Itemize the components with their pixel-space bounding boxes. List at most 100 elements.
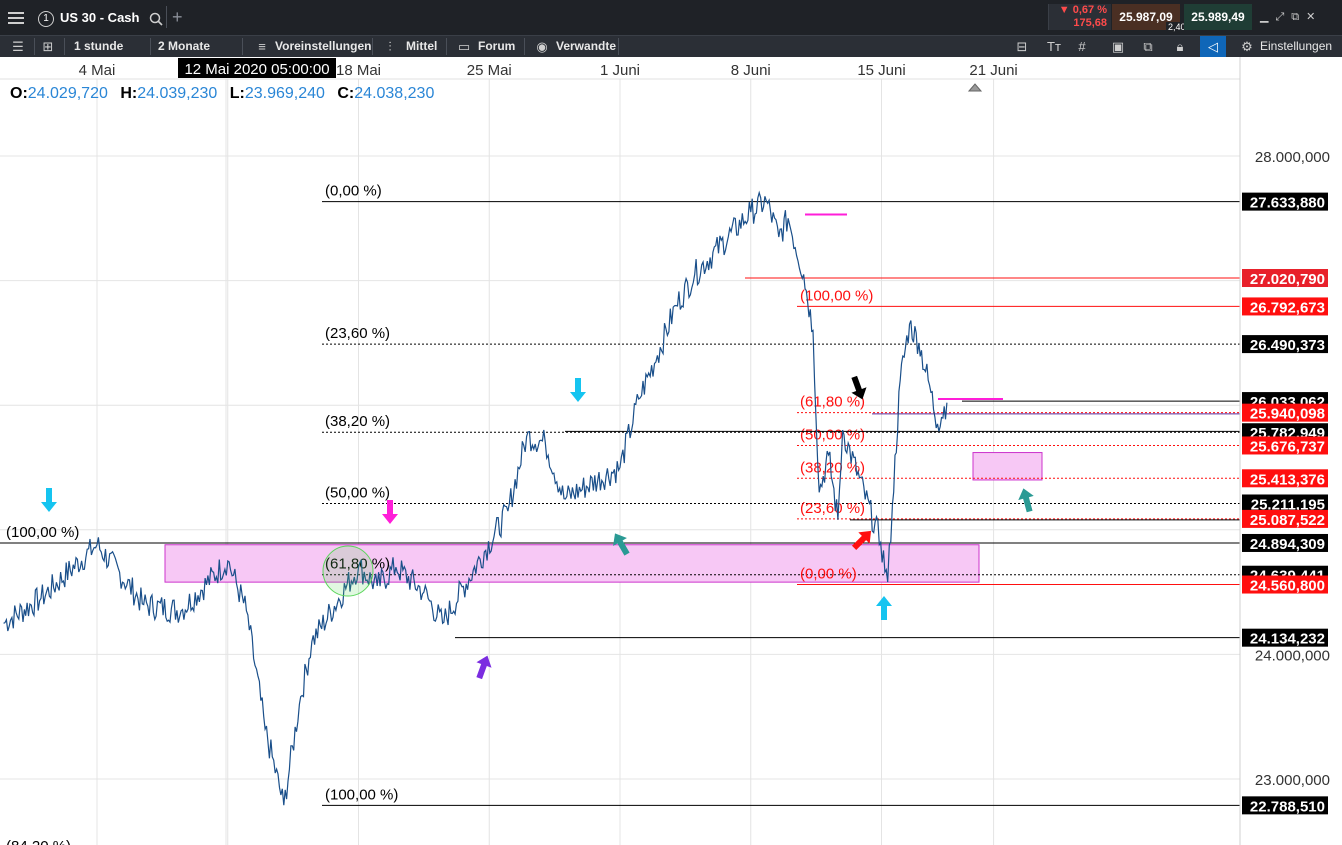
layers-icon[interactable]: ⧉	[1138, 36, 1158, 57]
date-tick-label: 1 Juni	[600, 62, 640, 79]
ohlc-readout: O:24.029,720 H:24.039,230 L:23.969,240 C…	[10, 85, 434, 103]
arrow-shape	[1018, 488, 1034, 513]
date-tick-label: 25 Mai	[467, 62, 512, 79]
chart-annotations	[41, 83, 1034, 680]
separator	[150, 38, 151, 55]
fib-label: (23,60 %)	[325, 325, 390, 342]
add-tab-icon[interactable]: +	[172, 0, 183, 35]
arrow-shape	[476, 655, 492, 680]
presets-icon: ≡	[258, 39, 266, 54]
arrow-shape	[570, 378, 586, 402]
settings-button[interactable]: Einstellungen	[1260, 36, 1332, 57]
left-fib-label: (100,00 %)	[6, 524, 79, 541]
menu-icon[interactable]	[8, 9, 24, 25]
lock-icon[interactable]: 🔒︎	[1170, 36, 1190, 57]
range-button[interactable]: 2 Monate	[158, 36, 210, 57]
fib-label: (38,20 %)	[325, 413, 390, 430]
low-value: 23.969,240	[244, 85, 325, 102]
close-icon[interactable]: ✕	[1306, 11, 1322, 23]
price-tag-label: 24.560,800	[1250, 578, 1325, 595]
indicator-button[interactable]: Mittel	[406, 36, 437, 57]
price-tag-label: 24.894,309	[1250, 536, 1325, 553]
forum-icon: ▭	[457, 39, 471, 54]
date-tick-label: 15 Juni	[857, 62, 905, 79]
price-tick-label: 24.000,000	[1255, 647, 1330, 664]
fib-label: (23,60 %)	[800, 500, 865, 517]
interval-button[interactable]: 1 stunde	[74, 36, 123, 57]
change-box: ▼ 0,67 % 175,68	[1048, 4, 1111, 30]
price-tick-label: 28.000,000	[1255, 149, 1330, 166]
price-tag-label: 26.792,673	[1250, 299, 1325, 316]
forum-button[interactable]: Forum	[478, 36, 515, 57]
indicator-icon: ⫶	[388, 39, 392, 54]
gear-icon[interactable]: ⚙	[1237, 36, 1257, 57]
related-button[interactable]: Verwandte	[556, 36, 616, 57]
image-icon[interactable]: ▣	[1108, 36, 1128, 57]
date-tick-label: 21 Juni	[969, 62, 1017, 79]
separator	[446, 38, 447, 55]
up-arrow-purple	[476, 655, 492, 680]
tab-separator	[166, 6, 167, 28]
price-tick-label: 23.000,000	[1255, 772, 1330, 789]
layout-grid-icon[interactable]: ⊞	[38, 36, 58, 57]
down-arrow-cyan	[570, 378, 586, 402]
high-value: 24.039,230	[137, 85, 218, 102]
top-bar: 1 US 30 - Cash + ▼ 0,67 % 175,68 25.987,0…	[0, 0, 1342, 35]
separator	[524, 38, 525, 55]
price-tag-label: 26.490,373	[1250, 337, 1325, 354]
price-tag-label: 27.020,790	[1250, 271, 1325, 288]
change-pct: ▼ 0,67 %	[1058, 4, 1107, 16]
list-icon[interactable]: ☰	[8, 36, 28, 57]
price-tag-label: 27.633,880	[1250, 195, 1325, 212]
fib-label: (61,80 %)	[800, 394, 865, 411]
open-label: O:	[10, 85, 28, 102]
fib-label: (50,00 %)	[800, 426, 865, 443]
down-arrow-cyan	[41, 488, 57, 512]
price-tag-label: 22.788,510	[1250, 798, 1325, 815]
crosshair-date-label: 12 Mai 2020 05:00:00	[184, 61, 329, 78]
presets-button[interactable]: Voreinstellungen	[275, 36, 371, 57]
up-arrow-teal	[1018, 488, 1034, 513]
price-tag-label: 25.940,098	[1250, 406, 1325, 423]
up-arrow-cyan	[876, 596, 892, 620]
ask-button[interactable]: 25.989,49	[1184, 4, 1252, 30]
date-tick-label: 8 Juni	[731, 62, 771, 79]
fib-label: (0,00 %)	[325, 183, 382, 200]
window-controls: ▁⤢⧉✕	[1260, 0, 1322, 35]
search-icon[interactable]	[149, 12, 163, 26]
crosshair-grid-icon[interactable]: #	[1072, 36, 1092, 57]
price-axis: 28.000,000 24.000,000 23.000,000 27.633,880…	[1239, 57, 1342, 845]
down-triangle-icon: ▼	[1058, 4, 1070, 16]
target-zone	[972, 452, 1043, 481]
shape-tool-icon[interactable]: ◁	[1200, 36, 1226, 57]
separator	[34, 38, 35, 55]
popout-icon[interactable]: ⧉	[1291, 11, 1306, 23]
chart-grid	[0, 57, 1342, 845]
separator	[372, 38, 373, 55]
instrument-name: US 30 - Cash	[60, 10, 140, 25]
panel-icon[interactable]: ⊟	[1012, 36, 1032, 57]
chart-zones	[164, 452, 1043, 583]
arrow-shape	[876, 596, 892, 620]
support-zone	[164, 544, 980, 583]
price-tag-label: 24.134,232	[1250, 631, 1325, 648]
price-tag-label: 25.676,737	[1250, 438, 1325, 455]
instrument-tab[interactable]: 1 US 30 - Cash	[38, 0, 163, 35]
arrow-shape	[41, 488, 57, 512]
date-tick-label: 18 Mai	[336, 62, 381, 79]
eye-icon: ◉	[536, 39, 548, 54]
minimize-icon[interactable]: ▁	[1260, 11, 1275, 23]
price-chart[interactable]: (0,00 %) (23,60 %) (38,20 %) (50,00 %) (61,8…	[0, 57, 1342, 845]
high-label: H:	[120, 85, 138, 102]
instrument-number: 1	[38, 10, 54, 27]
text-tool-icon[interactable]: Tт	[1044, 36, 1064, 57]
change-abs: 175,68	[1073, 17, 1107, 29]
bottom-fib-label: (84,20 %)	[6, 838, 71, 845]
expand-icon[interactable]: ⤢	[1275, 11, 1291, 23]
open-value: 24.029,720	[27, 85, 108, 102]
highlight-circle	[322, 545, 374, 597]
separator	[64, 38, 65, 55]
low-label: L:	[229, 85, 245, 102]
fib-label: (100,00 %)	[800, 287, 873, 304]
fib-label: (0,00 %)	[800, 566, 857, 583]
